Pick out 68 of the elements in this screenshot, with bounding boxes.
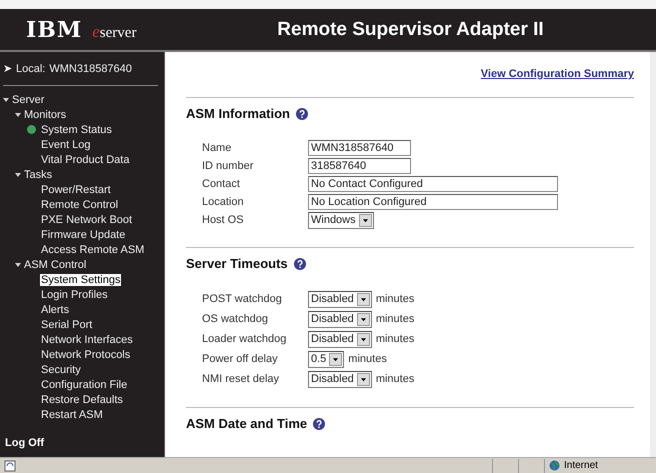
eserver-logo: eserver [92,22,136,42]
nav-item[interactable]: Serial Port [40,318,94,330]
help-icon[interactable] [294,258,306,270]
unit-label: minutes [376,313,414,325]
nav-item[interactable]: Alerts [40,304,70,316]
nav-item[interactable]: System Status [40,124,113,136]
nav-item[interactable]: Remote Control [40,198,120,210]
local-host-name: WMN318587640 [49,62,132,74]
nav-item[interactable]: Power/Restart [40,184,112,196]
nav-item[interactable]: Access Remote ASM [40,244,146,256]
field-label: Contact [202,178,241,190]
text-field[interactable]: 318587640 [308,158,411,174]
field-label: NMI reset delay [202,373,280,385]
help-icon[interactable] [296,108,308,120]
section-heading: Server Timeouts [186,256,288,271]
text-field[interactable]: No Location Configured [308,194,558,210]
nav-item[interactable]: Monitors [23,108,68,120]
nav-item[interactable]: Vital Product Data [40,154,130,166]
nav-item[interactable]: Firmware Update [40,228,126,240]
unit-label: minutes [376,333,414,345]
nav-item[interactable]: Tasks [23,168,54,180]
text-field[interactable]: WMN318587640 [308,140,411,156]
nav-item[interactable]: Restore Defaults [40,394,124,406]
nav-item[interactable]: Restart ASM [40,408,104,420]
help-icon[interactable] [313,418,326,430]
nav-item[interactable]: Login Profiles [40,288,109,300]
field-label: Power off delay [202,353,279,365]
globe-icon [549,460,560,471]
app-title: Remote Supervisor Adapter II [276,18,545,40]
expand-triangle-icon[interactable] [15,112,21,116]
field-label: Host OS [202,214,245,226]
nav-item[interactable]: Security [40,364,82,376]
field-label: POST watchdog [202,293,283,305]
ibm-logo: IBM [26,16,82,42]
nav-item[interactable]: System Settings [40,274,122,286]
dropdown[interactable]: Disabled [308,330,372,348]
expand-triangle-icon[interactable] [15,262,21,266]
section-heading: ASM Date and Time [186,416,308,431]
dropdown[interactable]: 0.5 [308,350,344,368]
nav-item[interactable]: Configuration File [40,378,128,390]
page-icon [4,460,18,472]
log-off-link[interactable]: Log Off [5,437,164,449]
nav-item[interactable]: PXE Network Boot [40,214,134,226]
security-zone: Internet [564,460,598,471]
unit-label: minutes [376,293,414,305]
expand-triangle-icon[interactable] [3,98,9,102]
field-label: OS watchdog [202,313,270,325]
field-label: Name [202,142,232,154]
dropdown[interactable]: Disabled [308,310,372,328]
view-summary-link[interactable]: View Configuration Summary [480,68,634,80]
dropdown[interactable]: Windows [308,212,374,228]
field-label: Loader watchdog [202,333,288,345]
nav-item[interactable]: Network Protocols [40,348,132,360]
unit-label: minutes [348,353,387,365]
section-heading: ASM Information [186,106,290,121]
field-label: Location [202,196,245,208]
dropdown[interactable]: Disabled [308,370,372,388]
nav-item[interactable]: Network Interfaces [40,334,134,346]
nav-item[interactable]: ASM Control [23,258,88,270]
field-label: ID number [202,160,254,172]
unit-label: minutes [376,373,414,385]
local-label: Local: [16,62,46,74]
text-field[interactable]: No Contact Configured [308,176,558,192]
expand-triangle-icon[interactable] [15,172,21,176]
nav-item[interactable]: Event Log [40,138,92,150]
nav-item[interactable]: Server [11,94,46,106]
dropdown[interactable]: Disabled [308,290,372,308]
local-arrow: ➤ [3,62,12,75]
